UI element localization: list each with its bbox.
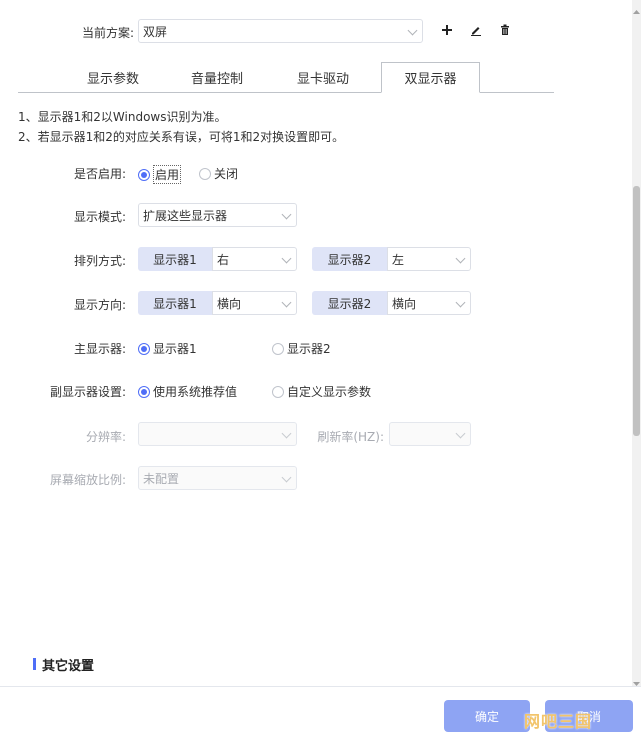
enable-label: 是否启用: (73, 167, 126, 181)
refresh-rate-select[interactable] (389, 422, 471, 446)
radio-unchecked-icon (272, 385, 284, 398)
tab-dual-monitor[interactable]: 双显示器 (381, 62, 480, 93)
chevron-down-icon (281, 472, 292, 483)
primary-monitor2-label: 显示器2 (287, 342, 331, 356)
primary-monitor1-label: 显示器1 (153, 342, 197, 356)
section-marker (33, 658, 36, 670)
chevron-down-icon (455, 297, 466, 308)
enable-off-radio[interactable]: 关闭 (199, 165, 238, 182)
chevron-down-icon (281, 209, 292, 220)
enable-on-label: 启用 (153, 165, 182, 184)
chevron-down-icon (281, 297, 292, 308)
radio-checked-icon (138, 168, 150, 181)
plus-icon[interactable] (439, 22, 455, 38)
trash-icon[interactable] (497, 22, 513, 38)
orientation-monitor1-tag: 显示器1 (138, 291, 212, 315)
other-settings-title: 其它设置 (42, 659, 95, 674)
orientation-monitor1-select[interactable]: 横向 (212, 291, 297, 315)
tab-volume-control[interactable]: 音量控制 (176, 62, 258, 93)
scheme-select-value: 双屏 (143, 24, 168, 39)
secondary-custom-radio[interactable]: 自定义显示参数 (272, 383, 371, 400)
resolution-label: 分辨率: (85, 430, 126, 444)
display-mode-select[interactable]: 扩展这些显示器 (138, 203, 297, 227)
orientation-monitor2-value: 横向 (392, 296, 417, 311)
scaling-label: 屏幕缩放比例: (49, 473, 126, 487)
arrangement-monitor1-select[interactable]: 右 (212, 247, 297, 271)
primary-monitor1-radio[interactable]: 显示器1 (138, 340, 197, 357)
primary-display-label: 主显示器: (73, 342, 126, 356)
tab-gpu-driver[interactable]: 显卡驱动 (282, 62, 364, 93)
edit-icon[interactable] (468, 22, 484, 38)
display-mode-value: 扩展这些显示器 (143, 208, 228, 223)
primary-monitor2-radio[interactable]: 显示器2 (272, 340, 331, 357)
tab-display-params[interactable]: 显示参数 (72, 62, 154, 93)
radio-unchecked-icon (272, 342, 284, 355)
secondary-settings-label: 副显示器设置: (49, 385, 126, 399)
confirm-button[interactable]: 确定 (444, 700, 530, 732)
radio-unchecked-icon (199, 167, 211, 180)
chevron-down-icon (455, 253, 466, 264)
orientation-monitor2-select[interactable]: 横向 (387, 291, 471, 315)
scroll-down-arrow-icon[interactable] (633, 676, 640, 686)
arrangement-monitor2-select[interactable]: 左 (387, 247, 471, 271)
arrangement-label: 排列方式: (73, 254, 126, 268)
secondary-recommended-radio[interactable]: 使用系统推荐值 (138, 383, 237, 400)
orientation-label: 显示方向: (73, 298, 126, 312)
scheme-label: 当前方案: (81, 26, 134, 40)
resolution-select[interactable] (138, 422, 297, 446)
secondary-custom-label: 自定义显示参数 (287, 385, 372, 399)
scaling-value: 未配置 (143, 471, 180, 486)
enable-off-label: 关闭 (214, 167, 239, 181)
chevron-down-icon (281, 253, 292, 264)
secondary-recommended-label: 使用系统推荐值 (153, 385, 238, 399)
scroll-up-arrow-icon[interactable] (633, 4, 640, 14)
display-mode-label: 显示模式: (73, 210, 126, 224)
watermark-logo: 网吧三国 (524, 712, 593, 731)
scrollbar-thumb[interactable] (633, 186, 640, 436)
note-line-2: 2、若显示器1和2的对应关系有误，可将1和2对换设置即可。 (18, 130, 345, 144)
chevron-down-icon (407, 25, 418, 36)
radio-checked-icon (138, 385, 150, 398)
chevron-down-icon (455, 428, 466, 439)
note-line-1: 1、显示器1和2以Windows识别为准。 (18, 110, 227, 124)
arrangement-monitor1-tag: 显示器1 (138, 247, 212, 271)
arrangement-monitor1-value: 右 (217, 252, 230, 267)
scheme-select[interactable]: 双屏 (138, 19, 423, 43)
scaling-select[interactable]: 未配置 (138, 466, 297, 490)
arrangement-monitor2-value: 左 (392, 252, 405, 267)
arrangement-monitor2-tag: 显示器2 (312, 247, 387, 271)
orientation-monitor1-value: 横向 (217, 296, 242, 311)
refresh-rate-label: 刷新率(HZ): (317, 430, 384, 444)
enable-on-radio[interactable]: 启用 (138, 165, 182, 184)
chevron-down-icon (281, 428, 292, 439)
radio-checked-icon (138, 342, 150, 355)
orientation-monitor2-tag: 显示器2 (312, 291, 387, 315)
